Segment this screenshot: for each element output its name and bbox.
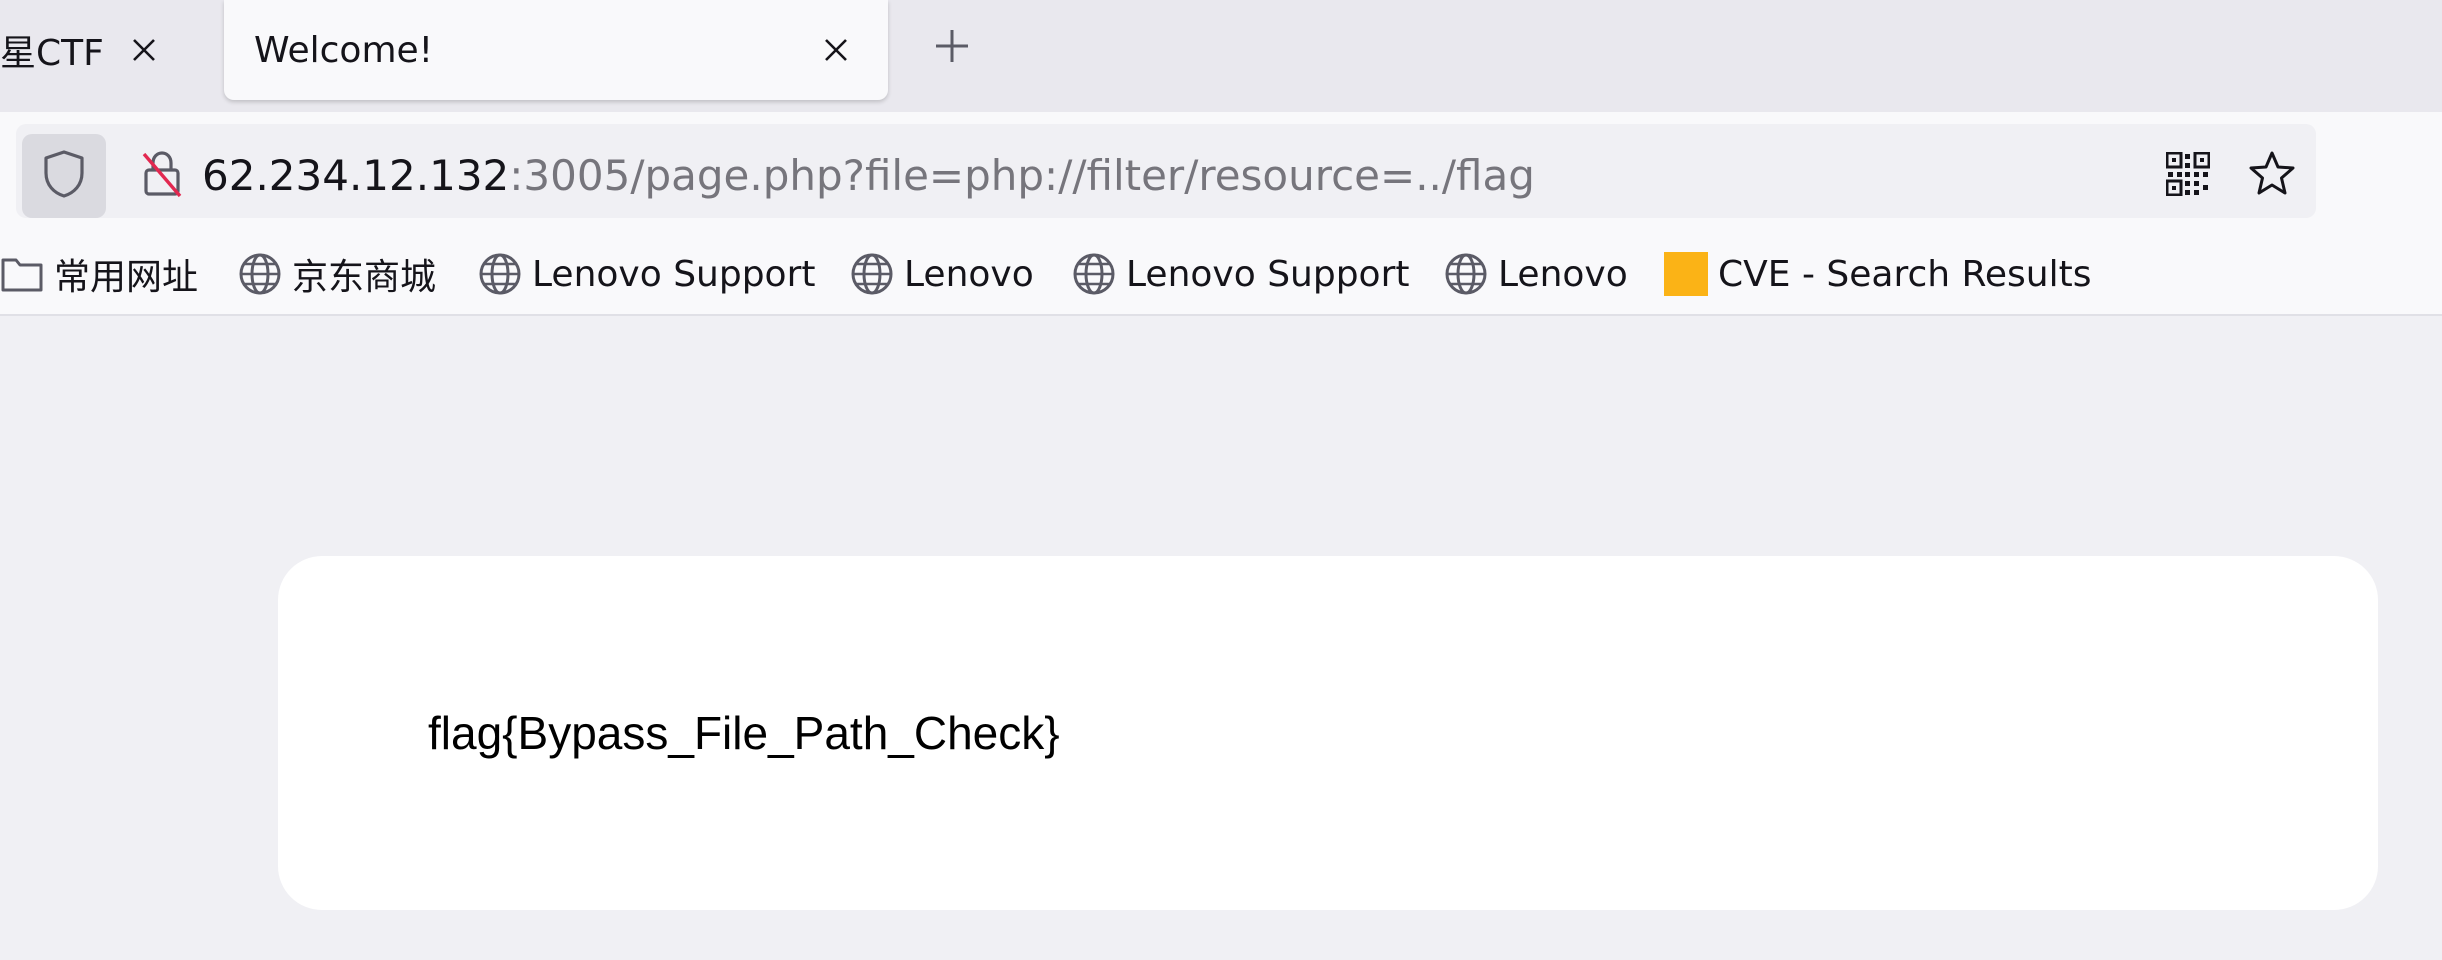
qr-code-icon: [2165, 151, 2211, 200]
bookmark-label: CVE - Search Results: [1718, 253, 2092, 295]
globe-icon: [1444, 252, 1488, 296]
bookmark-label: Lenovo: [1498, 253, 1628, 295]
qr-code-button[interactable]: [2156, 144, 2220, 208]
close-icon[interactable]: [812, 26, 860, 74]
url-path: :3005/page.php?file=php://filter/resourc…: [509, 151, 1535, 200]
folder-icon: [0, 252, 44, 296]
cve-favicon-icon: [1664, 252, 1708, 296]
insecure-lock-icon: [138, 148, 186, 204]
bookmark-jd[interactable]: 京东商城: [238, 234, 436, 314]
close-icon[interactable]: [120, 26, 168, 74]
bookmark-label: 京东商城: [292, 257, 437, 298]
plus-icon: [932, 26, 972, 70]
navigation-bar: 62.234.12.132:3005/page.php?file=php://f…: [0, 112, 2442, 234]
content-card: flag{Bypass_File_Path_Check}: [278, 556, 2378, 910]
url-input[interactable]: 62.234.12.132:3005/page.php?file=php://f…: [202, 124, 1535, 228]
tab-title: 星CTF: [0, 33, 104, 74]
url-bar[interactable]: 62.234.12.132:3005/page.php?file=php://f…: [16, 124, 2316, 218]
globe-icon: [1072, 252, 1116, 296]
bookmark-folder-common-sites[interactable]: 常用网址: [0, 234, 198, 314]
flag-text: flag{Bypass_File_Path_Check}: [428, 707, 1060, 759]
tab-welcome[interactable]: Welcome!: [224, 0, 888, 100]
page-content: flag{Bypass_File_Path_Check}: [0, 316, 2442, 960]
bookmark-lenovo-support-2[interactable]: Lenovo Support: [1072, 234, 1410, 314]
tab-title: Welcome!: [254, 29, 434, 71]
bookmark-label: Lenovo Support: [532, 253, 816, 295]
globe-icon: [850, 252, 894, 296]
tab-ctf[interactable]: 星CTF: [0, 0, 200, 100]
bookmark-label: Lenovo: [904, 253, 1034, 295]
bookmarks-toolbar: 常用网址 京东商城 Lenovo Support Lenovo Lenovo S…: [0, 234, 2442, 316]
shield-icon: [41, 149, 87, 203]
new-tab-button[interactable]: [926, 22, 978, 74]
globe-icon: [478, 252, 522, 296]
bookmark-label: 常用网址: [54, 257, 199, 298]
bookmark-lenovo-support[interactable]: Lenovo Support: [478, 234, 816, 314]
url-host: 62.234.12.132: [202, 151, 510, 200]
tracking-protection-button[interactable]: [22, 134, 106, 218]
bookmark-cve-search[interactable]: CVE - Search Results: [1664, 234, 2092, 314]
bookmark-lenovo[interactable]: Lenovo: [850, 234, 1034, 314]
star-icon: [2247, 149, 2297, 203]
bookmark-lenovo-2[interactable]: Lenovo: [1444, 234, 1628, 314]
globe-icon: [238, 252, 282, 296]
bookmark-label: Lenovo Support: [1126, 253, 1410, 295]
tab-strip: 星CTF Welcome!: [0, 0, 2442, 112]
bookmark-star-button[interactable]: [2238, 142, 2306, 210]
connection-info-button[interactable]: [120, 134, 204, 218]
